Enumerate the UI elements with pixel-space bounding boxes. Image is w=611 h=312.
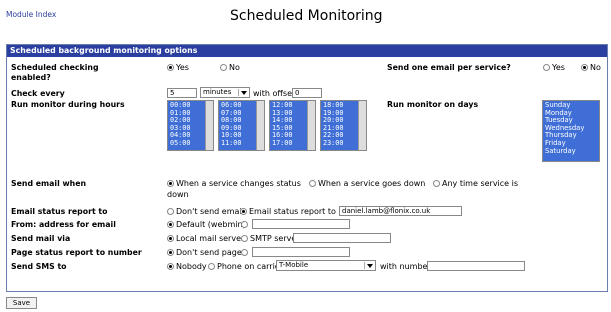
smtp-radio[interactable]: [241, 235, 248, 242]
one-email-yes-option[interactable]: Yes: [543, 63, 565, 72]
carrier-value: T-Mobile: [279, 261, 309, 269]
smtp-option[interactable]: SMTP server: [241, 234, 300, 243]
scheduled-yes-option[interactable]: Yes: [167, 63, 189, 72]
from-default-option[interactable]: Default (webmin): [167, 220, 246, 229]
scrollbar[interactable]: [205, 101, 213, 150]
page-number-radio[interactable]: [241, 248, 250, 257]
sms-phone-radio[interactable]: [208, 263, 215, 270]
local-mail-radio[interactable]: [167, 235, 174, 242]
email-report-label: Email status report to: [11, 207, 108, 216]
scrollbar[interactable]: [358, 101, 366, 150]
one-email-yes-label: Yes: [552, 63, 565, 72]
email-to-label: Email status report to: [249, 207, 336, 216]
from-address-input[interactable]: [252, 219, 350, 229]
options-panel: Scheduled background monitoring options …: [6, 44, 608, 292]
scheduled-checking-label: Scheduled checking: [11, 63, 99, 72]
no-pages-radio[interactable]: [167, 249, 174, 256]
email-on-down-radio[interactable]: [309, 180, 316, 187]
email-to-option[interactable]: Email status report to: [240, 207, 336, 216]
email-on-change-radio[interactable]: [167, 180, 174, 187]
no-pages-option[interactable]: Don't send pages: [167, 248, 246, 257]
hour-option[interactable]: 23:00: [323, 139, 356, 148]
one-email-yes-radio[interactable]: [543, 64, 550, 71]
one-email-no-label: No: [590, 63, 601, 72]
offset-label: with offset: [253, 89, 296, 98]
email-any-time-label: Any time service is: [442, 179, 519, 188]
day-option[interactable]: Saturday: [545, 147, 597, 156]
days-list[interactable]: Sunday Monday Tuesday Wednesday Thursday…: [542, 100, 600, 162]
sms-nobody-option[interactable]: Nobody: [167, 262, 207, 271]
page-number-input[interactable]: [252, 247, 350, 257]
email-on-change-label: When a service changes status: [176, 179, 301, 188]
sms-label: Send SMS to: [11, 262, 67, 271]
from-default-radio[interactable]: [167, 221, 174, 228]
chevron-down-icon: [364, 262, 374, 269]
scrollbar[interactable]: [307, 101, 315, 150]
email-any-time-option[interactable]: Any time service is: [433, 179, 518, 188]
check-every-label: Check every: [11, 89, 65, 98]
email-on-down-option[interactable]: When a service goes down: [309, 179, 425, 188]
local-mail-label: Local mail server: [176, 234, 245, 243]
interval-unit-select[interactable]: minutes: [200, 87, 250, 98]
scheduled-yes-label: Yes: [176, 63, 189, 72]
chevron-down-icon: [238, 89, 248, 96]
interval-unit-value: minutes: [203, 88, 232, 96]
offset-input[interactable]: 0: [292, 88, 322, 98]
scheduled-checking-label-2: enabled?: [11, 73, 51, 82]
no-email-radio[interactable]: [167, 208, 174, 215]
run-days-label: Run monitor on days: [387, 100, 479, 109]
local-mail-option[interactable]: Local mail server: [167, 234, 244, 243]
one-email-label: Send one email per service?: [387, 63, 511, 72]
scheduled-no-radio[interactable]: [220, 64, 227, 71]
no-email-option[interactable]: Don't send email: [167, 207, 244, 216]
hour-option[interactable]: 05:00: [170, 139, 203, 148]
email-to-radio[interactable]: [240, 208, 247, 215]
one-email-no-option[interactable]: No: [581, 63, 601, 72]
page-title: Scheduled Monitoring: [230, 8, 383, 24]
sms-phone-label: Phone on carrier: [217, 262, 284, 271]
email-any-time-radio[interactable]: [433, 180, 440, 187]
save-button[interactable]: Save: [6, 297, 37, 309]
with-number-label: with number: [380, 262, 431, 271]
one-email-no-radio[interactable]: [581, 64, 588, 71]
hours-list-4[interactable]: 18:00 19:00 20:00 21:00 22:00 23:00: [320, 100, 367, 151]
no-pages-label: Don't send pages: [176, 248, 246, 257]
hours-list-3[interactable]: 12:00 13:00 14:00 15:00 16:00 17:00: [269, 100, 316, 151]
page-report-label: Page status report to number: [11, 248, 142, 257]
scheduled-no-option[interactable]: No: [220, 63, 240, 72]
check-every-input[interactable]: 5: [167, 88, 197, 98]
from-default-label: Default (webmin): [176, 220, 246, 229]
send-email-when-label: Send email when: [11, 179, 87, 188]
email-address-input[interactable]: daniel.lamb@flonix.co.uk: [339, 206, 462, 216]
sms-phone-option[interactable]: Phone on carrier: [208, 262, 283, 271]
email-any-time-label-2: down: [167, 190, 189, 199]
sms-nobody-label: Nobody: [176, 262, 207, 271]
from-address-label: From: address for email: [11, 220, 116, 229]
sms-number-input[interactable]: [427, 261, 525, 271]
radio-icon: [241, 221, 248, 228]
hours-list-1[interactable]: 00:00 01:00 02:00 03:00 04:00 05:00: [167, 100, 214, 151]
email-on-change-option[interactable]: When a service changes status: [167, 179, 301, 188]
smtp-server-input[interactable]: [293, 233, 391, 243]
scheduled-no-label: No: [229, 63, 240, 72]
run-hours-label: Run monitor during hours: [11, 100, 125, 109]
hour-option[interactable]: 17:00: [272, 139, 305, 148]
section-header: Scheduled background monitoring options: [7, 45, 607, 57]
mail-via-label: Send mail via: [11, 234, 71, 243]
hours-list-2[interactable]: 06:00 07:00 08:00 09:00 10:00 11:00: [218, 100, 265, 151]
hour-option[interactable]: 11:00: [221, 139, 254, 148]
from-custom-radio[interactable]: [241, 220, 250, 229]
scrollbar[interactable]: [256, 101, 264, 150]
sms-nobody-radio[interactable]: [167, 263, 174, 270]
no-email-label: Don't send email: [176, 207, 244, 216]
module-index-link[interactable]: Module Index: [6, 10, 56, 19]
carrier-select[interactable]: T-Mobile: [276, 260, 376, 271]
email-on-down-label: When a service goes down: [318, 179, 426, 188]
radio-icon: [241, 249, 248, 256]
scheduled-yes-radio[interactable]: [167, 64, 174, 71]
